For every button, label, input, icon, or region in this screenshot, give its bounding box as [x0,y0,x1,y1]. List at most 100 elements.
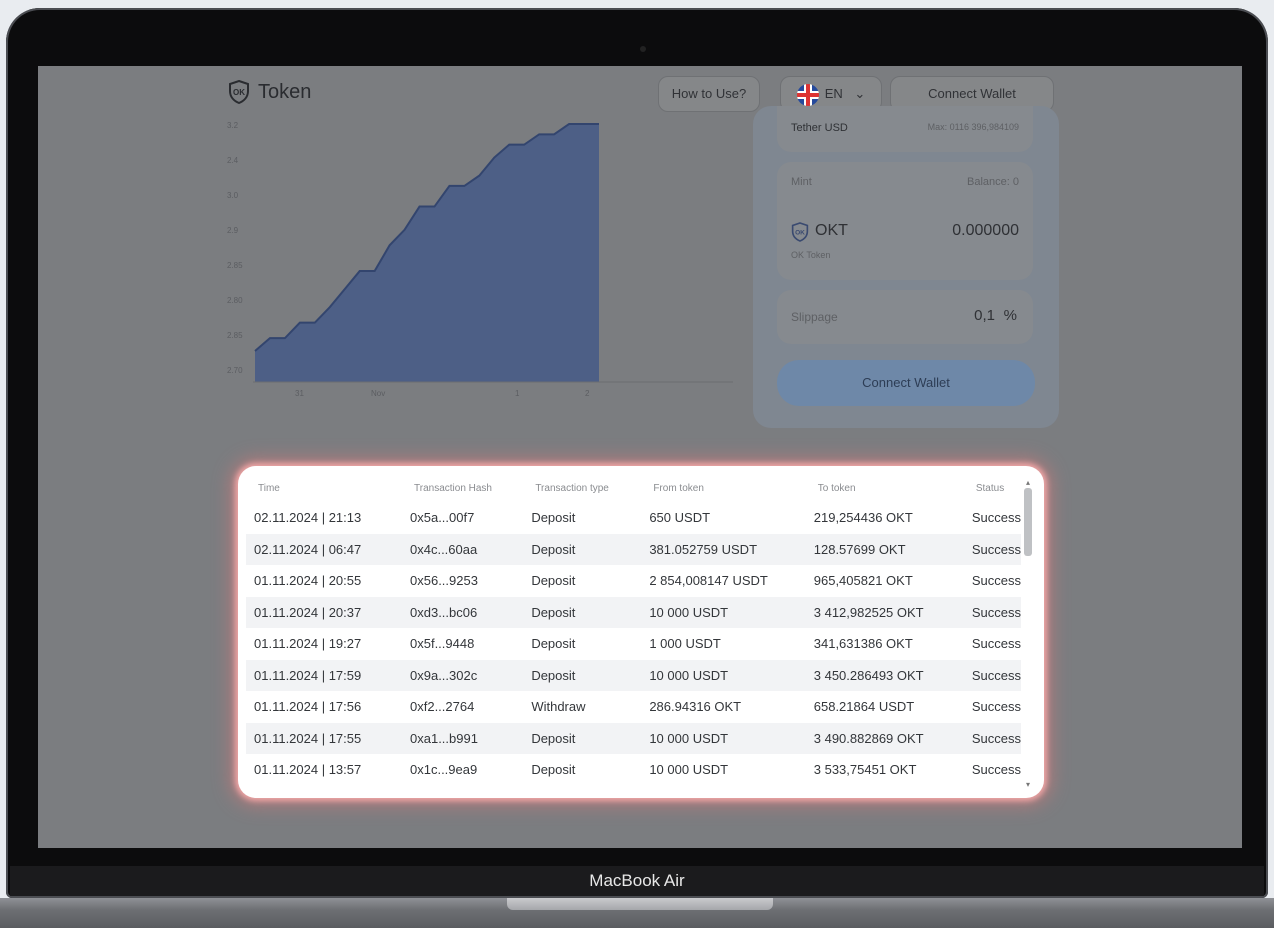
cell-time: 01.11.2024 | 17:55 [246,722,402,754]
svg-text:OK: OK [795,229,805,236]
brand-logo[interactable]: OK Token [228,80,311,104]
cell-from: 10 000 USDT [649,762,729,778]
slippage-card[interactable]: Slippage 0,1 % [777,290,1033,344]
slippage-value[interactable]: 0,1 [974,307,995,324]
cell-type: Deposit [531,510,576,526]
cell-from: 381.052759 USDT [641,533,806,565]
cell-time: 01.11.2024 | 17:59 [246,659,402,691]
cell-hash[interactable]: 0x1c...9ea9 [402,754,523,786]
cell-to: 3 412,982525 OKT [805,596,964,628]
x-tick-label: 1 [515,389,520,398]
y-tick-label: 2.4 [227,156,239,165]
cell-status: Success [971,636,1021,652]
cell-hash[interactable]: 0x9a...302c [402,659,524,691]
cell-time: 01.11.2024 | 17:56 [254,699,362,715]
cell-type: Deposit [531,762,576,778]
swap-connect-wallet-button[interactable]: Connect Wallet [777,360,1035,406]
table-row[interactable]: 01.11.2024 | 20:55 0x56...9253 Deposit 2 85… [246,565,1021,597]
cell-hash[interactable]: 0x5a...00f7 [402,502,523,534]
table-scrollbar[interactable]: ▴ ▾ [1022,478,1034,789]
cell-to: 3 533,75451 OKT [813,762,917,778]
cell-type: Deposit [523,722,642,754]
column-header-time: Time [258,482,280,494]
scrollbar-thumb[interactable] [1024,488,1032,556]
cell-status: Success [971,762,1021,778]
slippage-unit: % [1003,307,1017,324]
language-label: EN [824,86,843,101]
price-chart-svg: 3.2 2.4 3.0 2.9 2.85 2.80 2.85 2.70 31 Nov 1 2 [227,121,733,398]
table-header-row: Time Transaction Hash Transaction type F… [246,474,1021,502]
cell-to: 3 450.286493 OKT [805,659,964,691]
table-row[interactable]: 01.11.2024 | 17:55 0xa1...b991 Deposit 10 0… [246,722,1021,754]
slippage-label: Slippage [791,310,838,324]
column-header-to: To token [817,482,856,494]
cell-type: Deposit [531,636,576,652]
from-token-card[interactable]: Tether USD Max: 0116 396,984109 [777,106,1033,152]
cell-to: 341,631386 OKT [813,636,913,652]
cell-time: 02.11.2024 | 06:47 [246,533,402,565]
table-row[interactable]: 02.11.2024 | 06:47 0x4c...60aa Deposit 381.… [246,533,1021,565]
cell-to: 128.57699 OKT [805,533,964,565]
cell-status: Success [971,573,1021,589]
okt-token-icon: OK [791,222,809,242]
cell-time: 01.11.2024 | 20:37 [246,596,402,628]
swap-panel: Tether USD Max: 0116 396,984109 Mint Bal… [753,106,1059,428]
mint-label: Mint [791,176,812,188]
cell-hash[interactable]: 0x5f...9448 [402,628,523,660]
cell-hash[interactable]: 0xf2...2764 [402,691,523,723]
device-label: MacBook Air [10,866,1264,896]
table-row[interactable]: 02.11.2024 | 21:13 0x5a...00f7 Deposit 650 … [246,502,1021,534]
chevron-down-icon: ⌄ [854,86,866,101]
table-row[interactable]: 01.11.2024 | 20:37 0xd3...bc06 Deposit 10 0… [246,596,1021,628]
table-row[interactable]: 01.11.2024 | 19:27 0x5f...9448 Deposit 1 00… [246,628,1021,660]
chart-area [255,124,599,382]
cell-type: Deposit [531,573,576,589]
cell-from: 286.94316 OKT [649,699,742,715]
cell-time: 01.11.2024 | 20:55 [254,573,362,589]
cell-hash[interactable]: 0x56...9253 [402,565,523,597]
cell-hash[interactable]: 0xa1...b991 [402,722,524,754]
cell-from: 10 000 USDT [641,722,806,754]
column-header-from: From token [653,482,704,494]
from-token-max[interactable]: Max: 0116 396,984109 [928,122,1019,132]
laptop-hinge [507,898,773,910]
scroll-down-icon[interactable]: ▾ [1024,780,1032,789]
cell-type: Deposit [523,596,642,628]
cell-hash[interactable]: 0x4c...60aa [402,533,524,565]
y-tick-label: 2.70 [227,366,243,375]
x-tick-label: Nov [371,389,385,398]
cell-type: Deposit [523,659,642,691]
how-to-use-button[interactable]: How to Use? [658,76,760,112]
camera [640,46,646,52]
cell-status: Success [971,510,1021,526]
cell-to: 3 490.882869 OKT [805,722,964,754]
transactions-table: Time Transaction Hash Transaction type F… [246,474,1021,786]
to-token-card: Mint Balance: 0 OK OKT 0.000000 OK Token [777,162,1033,280]
cell-hash[interactable]: 0xd3...bc06 [402,596,524,628]
cell-to: 658.21864 USDT [813,699,915,715]
cell-status: Success [963,533,1021,565]
cell-to: 965,405821 OKT [813,573,913,589]
y-tick-label: 3.2 [227,121,239,130]
cell-to: 219,254436 OKT [813,510,913,526]
cell-status: Success [963,596,1021,628]
column-header-status: Status [975,482,1005,494]
x-tick-label: 31 [295,389,304,398]
y-tick-label: 3.0 [227,191,239,200]
cell-from: 2 854,008147 USDT [649,573,768,589]
cell-type: Deposit [523,533,642,565]
column-header-hash: Transaction Hash [414,482,492,494]
cell-status: Success [963,722,1021,754]
cell-status: Success [963,659,1021,691]
cell-time: 01.11.2024 | 19:27 [254,636,362,652]
table-row[interactable]: 01.11.2024 | 13:57 0x1c...9ea9 Deposit 10 0… [246,754,1021,786]
cell-from: 650 USDT [649,510,711,526]
from-token-name: Tether USD [791,122,848,134]
to-token-amount: 0.000000 [952,222,1019,239]
scroll-up-icon[interactable]: ▴ [1024,478,1032,487]
y-tick-label: 2.80 [227,296,243,305]
table-row[interactable]: 01.11.2024 | 17:56 0xf2...2764 Withdraw 286… [246,691,1021,723]
table-row[interactable]: 01.11.2024 | 17:59 0x9a...302c Deposit 10 0… [246,659,1021,691]
cell-type: Withdraw [531,699,586,715]
brand-name: Token [258,80,312,103]
